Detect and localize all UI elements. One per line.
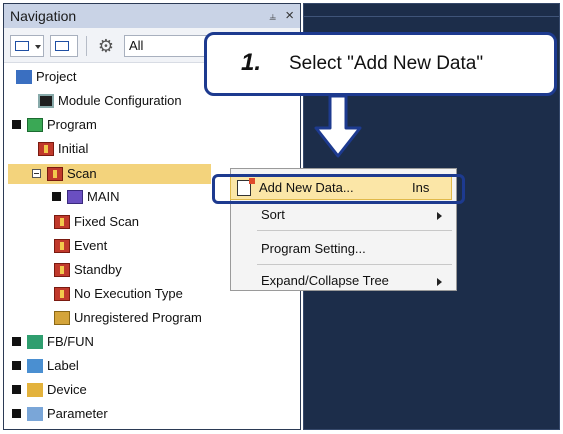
- tree-item-project[interactable]: Project: [16, 67, 76, 87]
- tree-item-device[interactable]: Device: [12, 380, 87, 400]
- pin-icon[interactable]: ⫨: [269, 4, 276, 28]
- tree-item-standby[interactable]: Standby: [54, 260, 122, 280]
- tree-view-icon: [15, 41, 29, 51]
- navigation-title: Navigation: [10, 8, 77, 24]
- tree-item-fb-fun[interactable]: FB/FUN: [12, 332, 94, 352]
- module-configuration-icon: [38, 93, 54, 108]
- tree-item-fixed-scan[interactable]: Fixed Scan: [54, 212, 139, 232]
- menu-item-program-setting[interactable]: Program Setting...: [231, 238, 456, 260]
- tree-item-event[interactable]: Event: [54, 236, 107, 256]
- device-icon: [27, 382, 43, 397]
- chevron-down-icon: [35, 45, 41, 49]
- expand-toggle-icon[interactable]: [32, 169, 41, 179]
- collapse-icon: [55, 41, 69, 51]
- program-type-icon: [47, 166, 63, 181]
- filter-select[interactable]: All: [124, 35, 214, 57]
- program-folder-icon: [27, 117, 43, 132]
- navigation-title-bar: Navigation ⫨ ×: [4, 4, 300, 28]
- collapse-toggle-icon[interactable]: [52, 192, 61, 202]
- tree-item-no-execution-type[interactable]: No Execution Type: [54, 284, 183, 304]
- label-icon: [27, 358, 43, 373]
- down-arrow-icon: [314, 96, 362, 158]
- close-icon[interactable]: ×: [285, 4, 294, 28]
- editor-header-line: [304, 16, 559, 17]
- program-type-icon: [54, 286, 70, 301]
- menu-separator: [257, 230, 452, 231]
- collapse-toggle-icon[interactable]: [12, 409, 21, 419]
- instruction-callout: 1. Select "Add New Data": [204, 32, 557, 96]
- collapse-button[interactable]: [50, 35, 78, 57]
- tree-item-main[interactable]: MAIN: [52, 187, 120, 207]
- step-number: 1.: [241, 49, 262, 76]
- collapse-toggle-icon[interactable]: [12, 385, 21, 395]
- instruction-text: Select "Add New Data": [289, 53, 484, 74]
- program-type-icon: [38, 141, 54, 156]
- screenshot-frame: Navigation ⫨ × ⚙ All Project Module Conf…: [0, 0, 563, 434]
- collapse-toggle-icon[interactable]: [12, 120, 21, 130]
- menu-highlight-frame: [212, 174, 465, 204]
- program-type-icon: [54, 214, 70, 229]
- view-mode-button[interactable]: [10, 35, 44, 57]
- program-type-icon: [54, 238, 70, 253]
- collapse-toggle-icon[interactable]: [12, 361, 21, 371]
- tree-item-label[interactable]: Label: [12, 356, 79, 376]
- tree-item-module-configuration[interactable]: Module Configuration: [38, 91, 182, 111]
- toolbar-separator: [86, 36, 87, 56]
- tree-item-unregistered-program[interactable]: Unregistered Program: [54, 308, 202, 328]
- collapse-toggle-icon[interactable]: [12, 337, 21, 347]
- tree-item-scan[interactable]: Scan: [32, 164, 97, 184]
- menu-separator: [257, 264, 452, 265]
- menu-item-sort[interactable]: Sort: [231, 204, 456, 226]
- tree-item-parameter[interactable]: Parameter: [12, 404, 108, 424]
- project-icon: [16, 69, 32, 84]
- gear-icon[interactable]: ⚙: [96, 36, 116, 56]
- submenu-arrow-icon: [437, 278, 442, 286]
- fb-fun-icon: [27, 334, 43, 349]
- unregistered-program-icon: [54, 310, 70, 325]
- submenu-arrow-icon: [437, 212, 442, 220]
- menu-item-expand-collapse-tree[interactable]: Expand/Collapse Tree: [231, 270, 456, 292]
- parameter-icon: [27, 406, 43, 421]
- program-type-icon: [54, 262, 70, 277]
- tree-item-initial[interactable]: Initial: [38, 139, 88, 159]
- program-block-icon: [67, 189, 83, 204]
- tree-item-program[interactable]: Program: [12, 115, 97, 135]
